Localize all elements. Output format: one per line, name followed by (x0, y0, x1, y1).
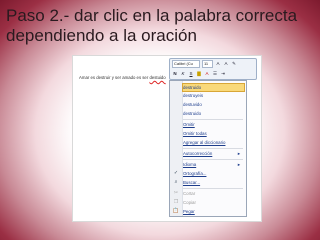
mini-toolbar: Calibri (Cu 11 A A ✎ N K S ▇ A ☰ ⇥ (169, 58, 257, 80)
menu-item-cortar[interactable]: Cortar (183, 190, 243, 198)
menu-separator (183, 148, 243, 149)
grow-font-icon[interactable]: A (215, 61, 221, 67)
format-painter-icon[interactable]: ✎ (231, 61, 237, 67)
toolbar-row-1: Calibri (Cu 11 A A ✎ (172, 60, 237, 68)
menu-item-label: Idioma (183, 162, 197, 167)
menu-item-copiar[interactable]: Copiar (183, 199, 243, 207)
font-color-icon[interactable]: A (204, 71, 210, 77)
menu-item-omitir-todas[interactable]: Omitir todas (183, 130, 243, 138)
submenu-arrow-icon: ► (237, 162, 241, 167)
italic-button[interactable]: K (180, 71, 186, 77)
document-text: Amar es destruir y ser amado es ser dest… (79, 75, 166, 80)
misspelled-word[interactable]: destuido (149, 75, 165, 80)
title-line-2: dependiendo a la oración (6, 26, 197, 45)
shrink-font-icon[interactable]: A (223, 61, 229, 67)
paste-icon: 📋 (172, 208, 180, 214)
menu-item-pegar[interactable]: Pegar (183, 208, 243, 216)
menu-item-label: Autocorrección (183, 151, 213, 156)
slide-title: Paso 2.- dar clic en la palabra correcta… (6, 6, 316, 46)
title-line-1: Paso 2.- dar clic en la palabra correcta (6, 6, 298, 25)
underline-button[interactable]: S (188, 71, 194, 77)
font-size-box[interactable]: 11 (202, 60, 213, 68)
highlight-icon[interactable]: ▇ (196, 71, 202, 77)
toolbar-row-2: N K S ▇ A ☰ ⇥ (172, 70, 226, 78)
menu-item-idioma[interactable]: Idioma ► (183, 161, 243, 169)
suggestion-1[interactable]: destruido (182, 83, 245, 92)
menu-item-ortografia[interactable]: Ortografía... (183, 170, 243, 178)
context-menu: destruido destruyeis destuvido destruido… (169, 80, 247, 217)
menu-separator (183, 188, 243, 189)
bold-button[interactable]: N (172, 71, 178, 77)
menu-item-buscar[interactable]: Buscar... (183, 179, 243, 187)
submenu-arrow-icon: ► (237, 151, 241, 156)
font-name-box[interactable]: Calibri (Cu (172, 60, 200, 68)
menu-item-omitir[interactable]: Omitir (183, 121, 243, 129)
menu-item-agregar-diccionario[interactable]: Agregar al diccionario (183, 139, 243, 147)
suggestion-3[interactable]: destuvido (183, 101, 243, 109)
copy-icon: ❐ (173, 199, 179, 205)
suggestion-4[interactable]: destruido (183, 110, 243, 118)
cut-icon: ✂ (173, 190, 179, 196)
menu-item-autocorreccion[interactable]: Autocorrección ► (183, 150, 243, 158)
indent-icon[interactable]: ⇥ (220, 71, 226, 77)
suggestion-2[interactable]: destruyeis (183, 92, 243, 100)
lookup-icon: ⌕ (174, 179, 178, 185)
spellcheck-icon: ✓ (173, 170, 179, 176)
menu-separator (183, 159, 243, 160)
menu-separator (183, 119, 243, 120)
document-text-before: Amar es destruir y ser amado es ser (79, 75, 150, 80)
list-icon[interactable]: ☰ (212, 71, 218, 77)
